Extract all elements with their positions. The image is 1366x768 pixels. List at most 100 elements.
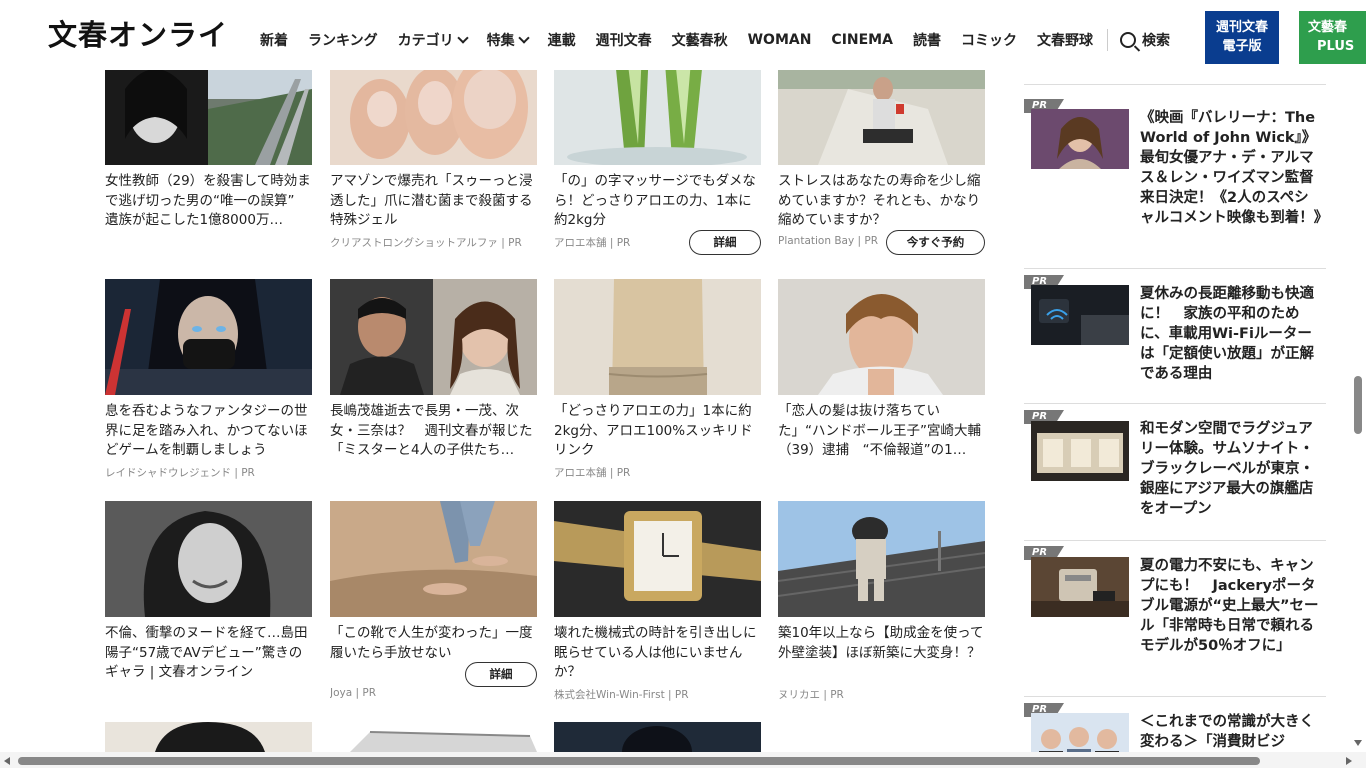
article-title[interactable]: 長嶋茂雄逝去で長男・一茂、次女・三奈は？ 週刊文春が報じた「ミスターと4人の子供…	[330, 402, 537, 461]
list-item[interactable]: 長嶋茂雄逝去で長男・一茂、次女・三奈は？ 週刊文春が報じた「ミスターと4人の子供…	[330, 279, 537, 461]
list-item[interactable]: 築10年以上なら【助成金を使って外壁塗装】ほぼ新築に大変身！？ ヌリカエ | P…	[778, 501, 985, 702]
site-logo[interactable]: 文春オンライン	[48, 18, 226, 52]
ad-title[interactable]: アマゾンで爆売れ「スゥーっと浸透した」爪に潜む菌まで殺菌する特殊ジェル	[330, 172, 537, 231]
list-item[interactable]: 息を呑むようなファンタジーの世界に足を踏み入れ、かつてないほどゲームを制覇しまし…	[105, 279, 312, 480]
sidebar-title[interactable]: 《映画『バレリーナ：The World of John Wick』》最旬女優アナ…	[1140, 108, 1328, 228]
scroll-left-arrow-icon[interactable]	[4, 757, 10, 765]
ad-thumbnail[interactable]	[554, 722, 761, 752]
scroll-right-arrow-icon[interactable]	[1346, 757, 1352, 765]
search-button[interactable]: 検索	[1112, 30, 1178, 50]
nav-woman[interactable]: WOMAN	[738, 32, 822, 48]
weekly-button-line2: 電子版	[1222, 39, 1262, 54]
nav-divider	[1106, 29, 1108, 51]
ad-title[interactable]: 壊れた機械式の時計を引き出しに眠らせている人は他にいませんか？	[554, 624, 761, 683]
ad-thumbnail	[330, 501, 537, 617]
weekly-bunshun-digital-button[interactable]: 週刊文春 電子版	[1205, 11, 1279, 64]
sidebar-pr-item[interactable]: PR 夏休みの長距離移動も快適に！ 家族の平和のために、車載用Wi-Fiルーター…	[1024, 270, 1326, 404]
nav-weekly-bunshun-label: 週刊文春	[595, 33, 652, 49]
article-title[interactable]: 女性教師（29）を殺害して時効まで逃げ切った男の“唯一の誤算” 遺族が起こした1…	[105, 172, 312, 231]
article-thumbnail	[330, 279, 537, 395]
ad-sponsor: 株式会社Win-Win-First | PR	[554, 689, 689, 701]
sidebar-thumbnail	[1031, 421, 1129, 481]
nav-books[interactable]: 読書	[903, 30, 951, 50]
nav-weekly-bunshun[interactable]: 週刊文春	[586, 30, 662, 50]
nav-new-label: 新着	[260, 33, 288, 49]
nav-feature[interactable]: 特集	[477, 30, 538, 50]
nav-cinema[interactable]: CINEMA	[821, 32, 903, 48]
list-item[interactable]: 壊れた機械式の時計を引き出しに眠らせている人は他にいませんか？ 株式会社Win-…	[554, 501, 761, 702]
nav-feature-label: 特集	[486, 33, 515, 49]
ad-title[interactable]: 「どっさりアロエの力」1本に約2kg分、アロエ100%スッキリドリンク	[554, 402, 761, 461]
nav-comic-label: コミック	[960, 33, 1017, 49]
article-title[interactable]: 「恋人の髪は抜け落ちていた」“ハンドボール王子”宮崎大輔（39）逮捕 “不倫報道…	[778, 402, 985, 461]
sidebar-pr-item[interactable]: PR 和モダン空間でラグジュアリー体験。サムソナイト・ブラックレーベルが東京・銀…	[1024, 405, 1326, 541]
nav-ranking-label: ランキング	[308, 33, 378, 49]
list-item[interactable]: 女性教師（29）を殺害して時効まで逃げ切った男の“唯一の誤算” 遺族が起こした1…	[105, 49, 312, 231]
nav-baseball[interactable]: 文春野球	[1027, 30, 1103, 50]
bungeishunju-plus-button[interactable]: 文藝春 PLUS	[1299, 11, 1366, 64]
nav-bungeishunju-label: 文藝春秋	[671, 33, 728, 49]
nav-bungeishunju[interactable]: 文藝春秋	[662, 30, 738, 50]
sidebar-thumbnail	[1031, 285, 1129, 345]
sidebar-divider	[1024, 84, 1326, 85]
nav-serial[interactable]: 連載	[538, 30, 586, 50]
details-button[interactable]: 詳細	[465, 662, 537, 687]
sidebar-title[interactable]: 夏の電力不安にも、キャンプにも！ Jackeryポータブル電源が“史上最大”セー…	[1140, 556, 1322, 656]
nav-ranking[interactable]: ランキング	[298, 30, 388, 50]
article-thumbnail	[778, 279, 985, 395]
nav-baseball-label: 文春野球	[1036, 33, 1093, 49]
site-header: 文春オンライン 新着 ランキング カテゴリ 特集 連載 週刊文春 文藝春秋 WO…	[0, 0, 1366, 70]
list-item[interactable]: 不倫、衝撃のヌードを経て…島田陽子“57歳でAVデビュー”驚きのギャラ | 文春…	[105, 501, 312, 683]
scroll-down-arrow-icon[interactable]	[1354, 740, 1362, 746]
ad-thumbnail	[778, 501, 985, 617]
ad-sponsor: レイドシャドウレジェンド | PR	[105, 467, 255, 479]
nav-woman-label: WOMAN	[747, 32, 812, 48]
nav-books-label: 読書	[912, 33, 941, 49]
article-thumbnail[interactable]	[105, 722, 312, 752]
chevron-down-icon	[517, 32, 530, 44]
sidebar-pr-item[interactable]: PR 《映画『バレリーナ：The World of John Wick』》最旬女…	[1024, 95, 1328, 269]
main-nav: 新着 ランキング カテゴリ 特集 連載 週刊文春 文藝春秋 WOMAN CINE…	[250, 24, 1178, 56]
list-item[interactable]: 「どっさりアロエの力」1本に約2kg分、アロエ100%スッキリドリンク アロエ本…	[554, 279, 761, 480]
list-item[interactable]: ストレスはあなたの寿命を少し縮めていますか？それとも、かなり縮めていますか？ P…	[778, 49, 985, 255]
sidebar-pr-item[interactable]: PR 夏の電力不安にも、キャンプにも！ Jackeryポータブル電源が“史上最大…	[1024, 542, 1326, 697]
ad-thumbnail	[105, 279, 312, 395]
ad-title[interactable]: 息を呑むようなファンタジーの世界に足を踏み入れ、かつてないほどゲームを制覇しまし…	[105, 402, 312, 461]
nav-category[interactable]: カテゴリ	[388, 30, 477, 50]
ad-title[interactable]: ストレスはあなたの寿命を少し縮めていますか？それとも、かなり縮めていますか？	[778, 172, 985, 231]
ad-title[interactable]: 築10年以上なら【助成金を使って外壁塗装】ほぼ新築に大変身！？	[778, 624, 985, 683]
article-title[interactable]: 不倫、衝撃のヌードを経て…島田陽子“57歳でAVデビュー”驚きのギャラ | 文春…	[105, 624, 312, 683]
ad-thumbnail	[554, 501, 761, 617]
nav-cinema-label: CINEMA	[831, 32, 893, 48]
ad-thumbnail	[554, 279, 761, 395]
ad-sponsor: ヌリカエ | PR	[778, 689, 844, 701]
details-button[interactable]: 詳細	[689, 230, 761, 255]
ad-sponsor: Joya | PR	[330, 687, 377, 699]
article-thumbnail	[105, 501, 312, 617]
vertical-scrollbar-thumb[interactable]	[1354, 376, 1362, 434]
chevron-down-icon	[456, 32, 469, 44]
sidebar-thumbnail	[1031, 109, 1129, 169]
list-item[interactable]: 「この靴で人生が変わった」一度履いたら手放せない Joya | PR 詳細	[330, 501, 537, 699]
sidebar-thumbnail	[1031, 713, 1129, 752]
ad-title[interactable]: 「の」の字マッサージでもダメなら！どっさりアロエの力、1本に約2kg分	[554, 172, 761, 231]
plus-button-line2: PLUS	[1317, 39, 1355, 54]
ad-thumbnail[interactable]	[330, 722, 537, 752]
ad-sponsor: クリアストロングショットアルファ | PR	[330, 237, 522, 249]
nav-new[interactable]: 新着	[250, 30, 298, 50]
nav-category-label: カテゴリ	[397, 33, 454, 49]
ad-sponsor: アロエ本舗 | PR	[554, 467, 631, 479]
search-icon	[1119, 32, 1136, 48]
sidebar-title[interactable]: ＜これまでの常識が大きく変わる＞「消費財ビジ	[1140, 712, 1322, 752]
sidebar-title[interactable]: 和モダン空間でラグジュアリー体験。サムソナイト・ブラックレーベルが東京・銀座にア…	[1140, 419, 1322, 519]
horizontal-scrollbar-thumb[interactable]	[18, 757, 1260, 765]
list-item[interactable]: 「の」の字マッサージでもダメなら！どっさりアロエの力、1本に約2kg分 アロエ本…	[554, 49, 761, 255]
list-item[interactable]: 「恋人の髪は抜け落ちていた」“ハンドボール王子”宮崎大輔（39）逮捕 “不倫報道…	[778, 279, 985, 461]
search-label: 検索	[1141, 33, 1170, 49]
nav-comic[interactable]: コミック	[951, 30, 1027, 50]
sidebar-pr-item[interactable]: PR ＜これまでの常識が大きく変わる＞「消費財ビジ	[1024, 698, 1326, 752]
list-item[interactable]: アマゾンで爆売れ「スゥーっと浸透した」爪に潜む菌まで殺菌する特殊ジェル クリアス…	[330, 49, 537, 250]
nav-serial-label: 連載	[547, 33, 576, 49]
sidebar-title[interactable]: 夏休みの長距離移動も快適に！ 家族の平和のために、車載用Wi-Fiルーターは「定…	[1140, 284, 1322, 384]
book-now-button[interactable]: 今すぐ予約	[886, 230, 985, 255]
